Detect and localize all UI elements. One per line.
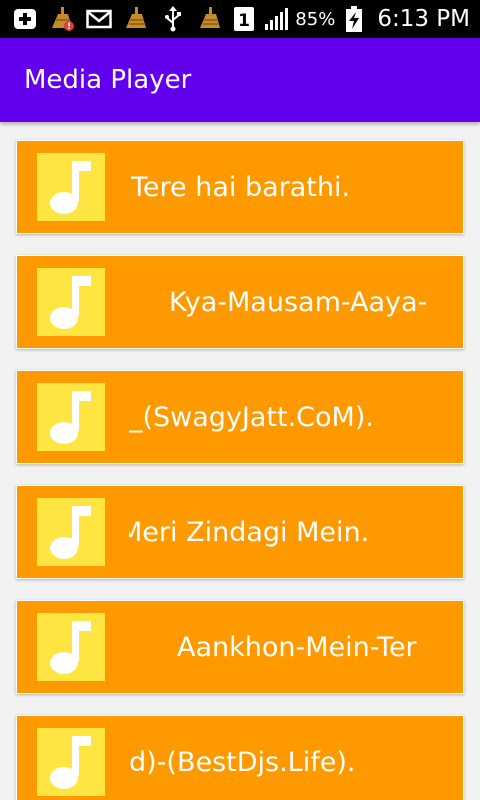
song-title-container: _(SwagyJatt.CoM).	[129, 371, 433, 463]
battery-percent: 85%	[295, 8, 336, 30]
music-note-icon	[50, 276, 91, 329]
music-note-icon	[50, 506, 91, 559]
song-list-item[interactable]: Tere hai barathi.	[16, 140, 464, 234]
song-title: Kya-Mausam-Aaya-	[169, 286, 428, 318]
music-note-icon	[50, 736, 91, 789]
song-thumbnail	[37, 268, 105, 336]
song-list-item[interactable]: d)-(BestDjs.Life).	[16, 715, 464, 800]
song-list[interactable]: Tere hai barathi. Kya-Mausam-Aaya- _(Swa…	[0, 122, 480, 800]
cleaner-icon	[123, 6, 149, 32]
cleaner-alert-icon	[49, 6, 75, 32]
sim-1-icon: 1	[231, 6, 257, 32]
song-thumbnail	[37, 498, 105, 566]
song-title-container: Aankhon-Mein-Ter	[129, 601, 433, 693]
battery-charging-icon	[341, 6, 367, 32]
song-title: d)-(BestDjs.Life).	[129, 746, 356, 778]
song-list-item[interactable]: _(SwagyJatt.CoM).	[16, 370, 464, 464]
song-title-container: d)-(BestDjs.Life).	[129, 716, 433, 800]
mail-icon	[86, 6, 112, 32]
cleaner-icon	[197, 6, 223, 32]
song-title-container: Tere hai barathi.	[129, 141, 433, 233]
song-thumbnail	[37, 613, 105, 681]
song-title: Aankhon-Mein-Ter	[177, 631, 417, 663]
music-note-icon	[50, 161, 91, 214]
add-box-icon	[12, 6, 38, 32]
song-list-item[interactable]: Kya-Mausam-Aaya-	[16, 255, 464, 349]
status-bar: 1 85% 6:13 PM	[0, 0, 480, 38]
app-title: Media Player	[24, 65, 192, 95]
song-title-container: Meri Zindagi Mein.	[129, 486, 433, 578]
song-list-item[interactable]: Meri Zindagi Mein.	[16, 485, 464, 579]
song-title: Tere hai barathi.	[131, 171, 351, 203]
status-time: 6:13 PM	[377, 6, 470, 32]
usb-icon	[160, 6, 186, 32]
signal-icon	[263, 6, 289, 32]
song-thumbnail	[37, 728, 105, 796]
svg-text:1: 1	[238, 11, 250, 31]
song-list-item[interactable]: Aankhon-Mein-Ter	[16, 600, 464, 694]
song-title: _(SwagyJatt.CoM).	[129, 401, 374, 433]
music-note-icon	[50, 391, 91, 444]
song-thumbnail	[37, 153, 105, 221]
system-icons: 1 85% 6:13 PM	[231, 6, 470, 32]
app-bar: Media Player	[0, 38, 480, 122]
song-title: Meri Zindagi Mein.	[129, 516, 370, 548]
notification-icons	[12, 6, 223, 32]
music-note-icon	[50, 621, 91, 674]
song-title-container: Kya-Mausam-Aaya-	[129, 256, 433, 348]
song-thumbnail	[37, 383, 105, 451]
